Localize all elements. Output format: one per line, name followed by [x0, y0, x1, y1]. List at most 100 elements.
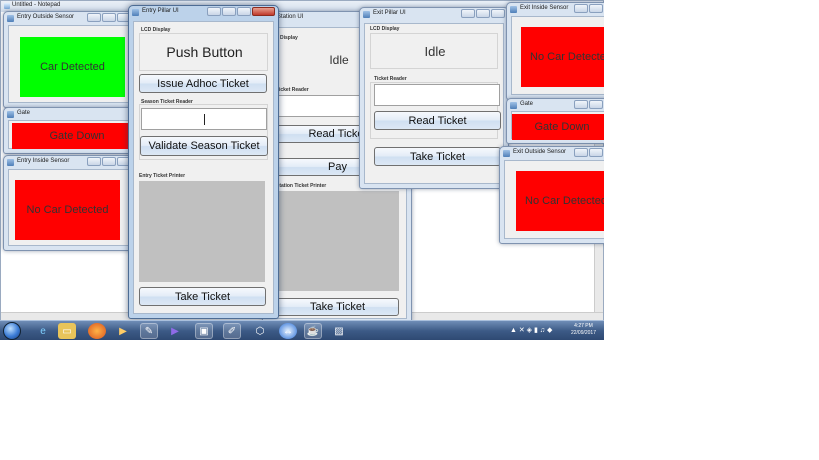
entry-outside-sensor-status: Car Detected — [20, 37, 125, 97]
pay-station-take-ticket-button[interactable]: Take Ticket — [276, 298, 399, 316]
pin-icon[interactable] — [461, 9, 475, 18]
entry-ticket-printer-output — [139, 181, 265, 282]
window-icon — [510, 6, 517, 13]
window-icon — [503, 150, 510, 157]
maximize-icon[interactable] — [491, 9, 505, 18]
exit-inside-sensor-window: Exit Inside Sensor No Car Detected — [506, 2, 604, 100]
exit-outside-sensor-status: No Car Detected — [516, 171, 604, 231]
validate-season-ticket-button[interactable]: Validate Season Ticket — [140, 136, 268, 156]
maximize-icon[interactable] — [237, 7, 251, 16]
java-app-icon[interactable]: ▣ — [195, 323, 213, 339]
entry-inside-sensor-titlebar[interactable]: Entry Inside Sensor — [4, 156, 134, 168]
pin-icon[interactable] — [207, 7, 221, 16]
notepad-icon — [4, 3, 10, 9]
exit-inside-sensor-content: No Car Detected — [511, 16, 604, 95]
folder-icon[interactable]: ▭ — [58, 323, 76, 339]
exit-read-ticket-button[interactable]: Read Ticket — [374, 111, 501, 130]
visual-studio-icon[interactable]: ▶ — [166, 323, 184, 339]
editor-task-icon[interactable]: ✐ — [223, 323, 241, 339]
pay-station-printer-output — [276, 191, 399, 291]
exit-outside-sensor-titlebar[interactable]: Exit Outside Sensor — [500, 147, 604, 159]
entry-inside-sensor-window: Entry Inside Sensor No Car Detected — [3, 155, 135, 251]
clock-time: 4:27 PM — [574, 323, 593, 329]
close-icon[interactable] — [252, 7, 275, 16]
entry-ticket-printer-label: Entry Ticket Printer — [139, 173, 186, 179]
gate-left-titlebar[interactable]: Gate — [4, 108, 134, 120]
window-icon — [510, 102, 517, 109]
gate-right-window: Gate Gate Down — [506, 98, 604, 144]
virtualbox-icon[interactable]: ⬡ — [251, 323, 269, 339]
exit-outside-sensor-content: No Car Detected — [504, 160, 604, 239]
gate-left-content: Gate Down — [8, 120, 134, 149]
gate-left-window: Gate Gate Down — [3, 107, 135, 154]
exit-outside-sensor-title: Exit Outside Sensor — [513, 149, 567, 155]
entry-outside-sensor-window: Entry Outside Sensor Car Detected — [3, 11, 135, 108]
exit-outside-sensor-window: Exit Outside Sensor No Car Detected — [499, 146, 604, 244]
exit-lcd-label: LCD Display — [370, 26, 400, 32]
entry-inside-sensor-status: No Car Detected — [15, 180, 120, 240]
entry-outside-sensor-title: Entry Outside Sensor — [17, 14, 75, 20]
pin-icon[interactable] — [574, 4, 588, 13]
minimize-icon[interactable] — [222, 7, 236, 16]
exit-lcd-display: Idle — [424, 43, 446, 59]
entry-pillar-titlebar[interactable]: Entry Pillar UI — [129, 6, 278, 20]
pin-icon[interactable] — [87, 13, 101, 22]
entry-inside-sensor-title: Entry Inside Sensor — [17, 158, 70, 164]
minimize-icon[interactable] — [589, 148, 603, 157]
season-ticket-input[interactable] — [141, 108, 267, 130]
teamviewer-icon[interactable]: ↔ — [279, 323, 297, 339]
firefox-icon[interactable] — [88, 323, 106, 339]
gate-left-status: Gate Down — [12, 123, 134, 149]
gate-left-title: Gate — [17, 110, 31, 116]
pin-icon[interactable] — [574, 148, 588, 157]
entry-pillar-window: Entry Pillar UI LCD Display Push Button … — [128, 5, 279, 319]
media-player-icon[interactable]: ▶ — [114, 323, 132, 339]
exit-pillar-content: LCD Display Idle Ticket Reader Read Tick… — [364, 23, 504, 184]
exit-pillar-window: Exit Pillar UI LCD Display Idle Ticket R… — [359, 7, 509, 189]
window-icon — [7, 159, 14, 166]
entry-outside-sensor-titlebar[interactable]: Entry Outside Sensor — [4, 12, 134, 24]
notepad-task-icon[interactable]: ✎ — [140, 323, 158, 339]
text-caret — [204, 114, 205, 125]
clock-date: 22/09/2017 — [570, 330, 596, 336]
tray-icons[interactable]: ▲ ✕ ◈ ▮ ♫ ◆ — [510, 326, 552, 334]
ie-icon[interactable]: e — [34, 323, 52, 339]
java-task-icon[interactable]: ☕ — [304, 323, 322, 339]
exit-inside-sensor-status: No Car Detected — [521, 27, 604, 87]
exit-inside-sensor-titlebar[interactable]: Exit Inside Sensor — [507, 3, 604, 15]
minimize-icon[interactable] — [476, 9, 490, 18]
exit-take-ticket-button[interactable]: Take Ticket — [374, 147, 501, 166]
desktop: Untitled - Notepad Entry Outside Sensor … — [0, 0, 604, 340]
entry-take-ticket-button[interactable]: Take Ticket — [139, 287, 266, 306]
gate-right-titlebar[interactable]: Gate — [507, 99, 604, 111]
pay-station-lcd-label: Display — [280, 35, 298, 41]
gate-right-title: Gate — [520, 101, 534, 107]
entry-pillar-content: LCD Display Push Button Issue Adhoc Tick… — [133, 21, 274, 314]
pin-icon[interactable] — [574, 100, 588, 109]
pin-icon[interactable] — [87, 157, 101, 166]
exit-pillar-title: Exit Pillar UI — [373, 10, 406, 16]
system-tray: ▲ ✕ ◈ ▮ ♫ ◆ 4:27 PM 22/09/2017 — [504, 321, 604, 340]
gate-right-status: Gate Down — [512, 114, 604, 140]
entry-lcd-display: Push Button — [166, 44, 243, 60]
issue-adhoc-ticket-button[interactable]: Issue Adhoc Ticket — [139, 74, 267, 93]
minimize-icon[interactable] — [589, 4, 603, 13]
window-icon — [7, 111, 14, 118]
minimize-icon[interactable] — [589, 100, 603, 109]
pay-station-reader-label: Ticket Reader — [276, 87, 309, 93]
start-button[interactable] — [3, 322, 21, 340]
pay-station-title: Station UI — [277, 14, 304, 20]
minimize-icon[interactable] — [102, 157, 116, 166]
gate-right-content: Gate Down — [511, 111, 604, 140]
exit-pillar-titlebar[interactable]: Exit Pillar UI — [360, 8, 508, 22]
minimize-icon[interactable] — [102, 13, 116, 22]
window-icon — [132, 9, 139, 16]
misc-app-icon[interactable]: ▨ — [330, 323, 348, 339]
clock[interactable]: 4:27 PM 22/09/2017 — [571, 323, 596, 337]
entry-outside-sensor-content: Car Detected — [8, 25, 130, 103]
window-icon — [7, 15, 14, 22]
notepad-title: Untitled - Notepad — [12, 2, 61, 8]
entry-inside-sensor-content: No Car Detected — [8, 169, 130, 246]
taskbar: e ▭ ▶ ✎ ▶ ▣ ✐ ⬡ ↔ ☕ ▨ ▲ ✕ ◈ ▮ ♫ ◆ 4:27 P… — [0, 320, 604, 340]
exit-ticket-input[interactable] — [374, 84, 500, 106]
